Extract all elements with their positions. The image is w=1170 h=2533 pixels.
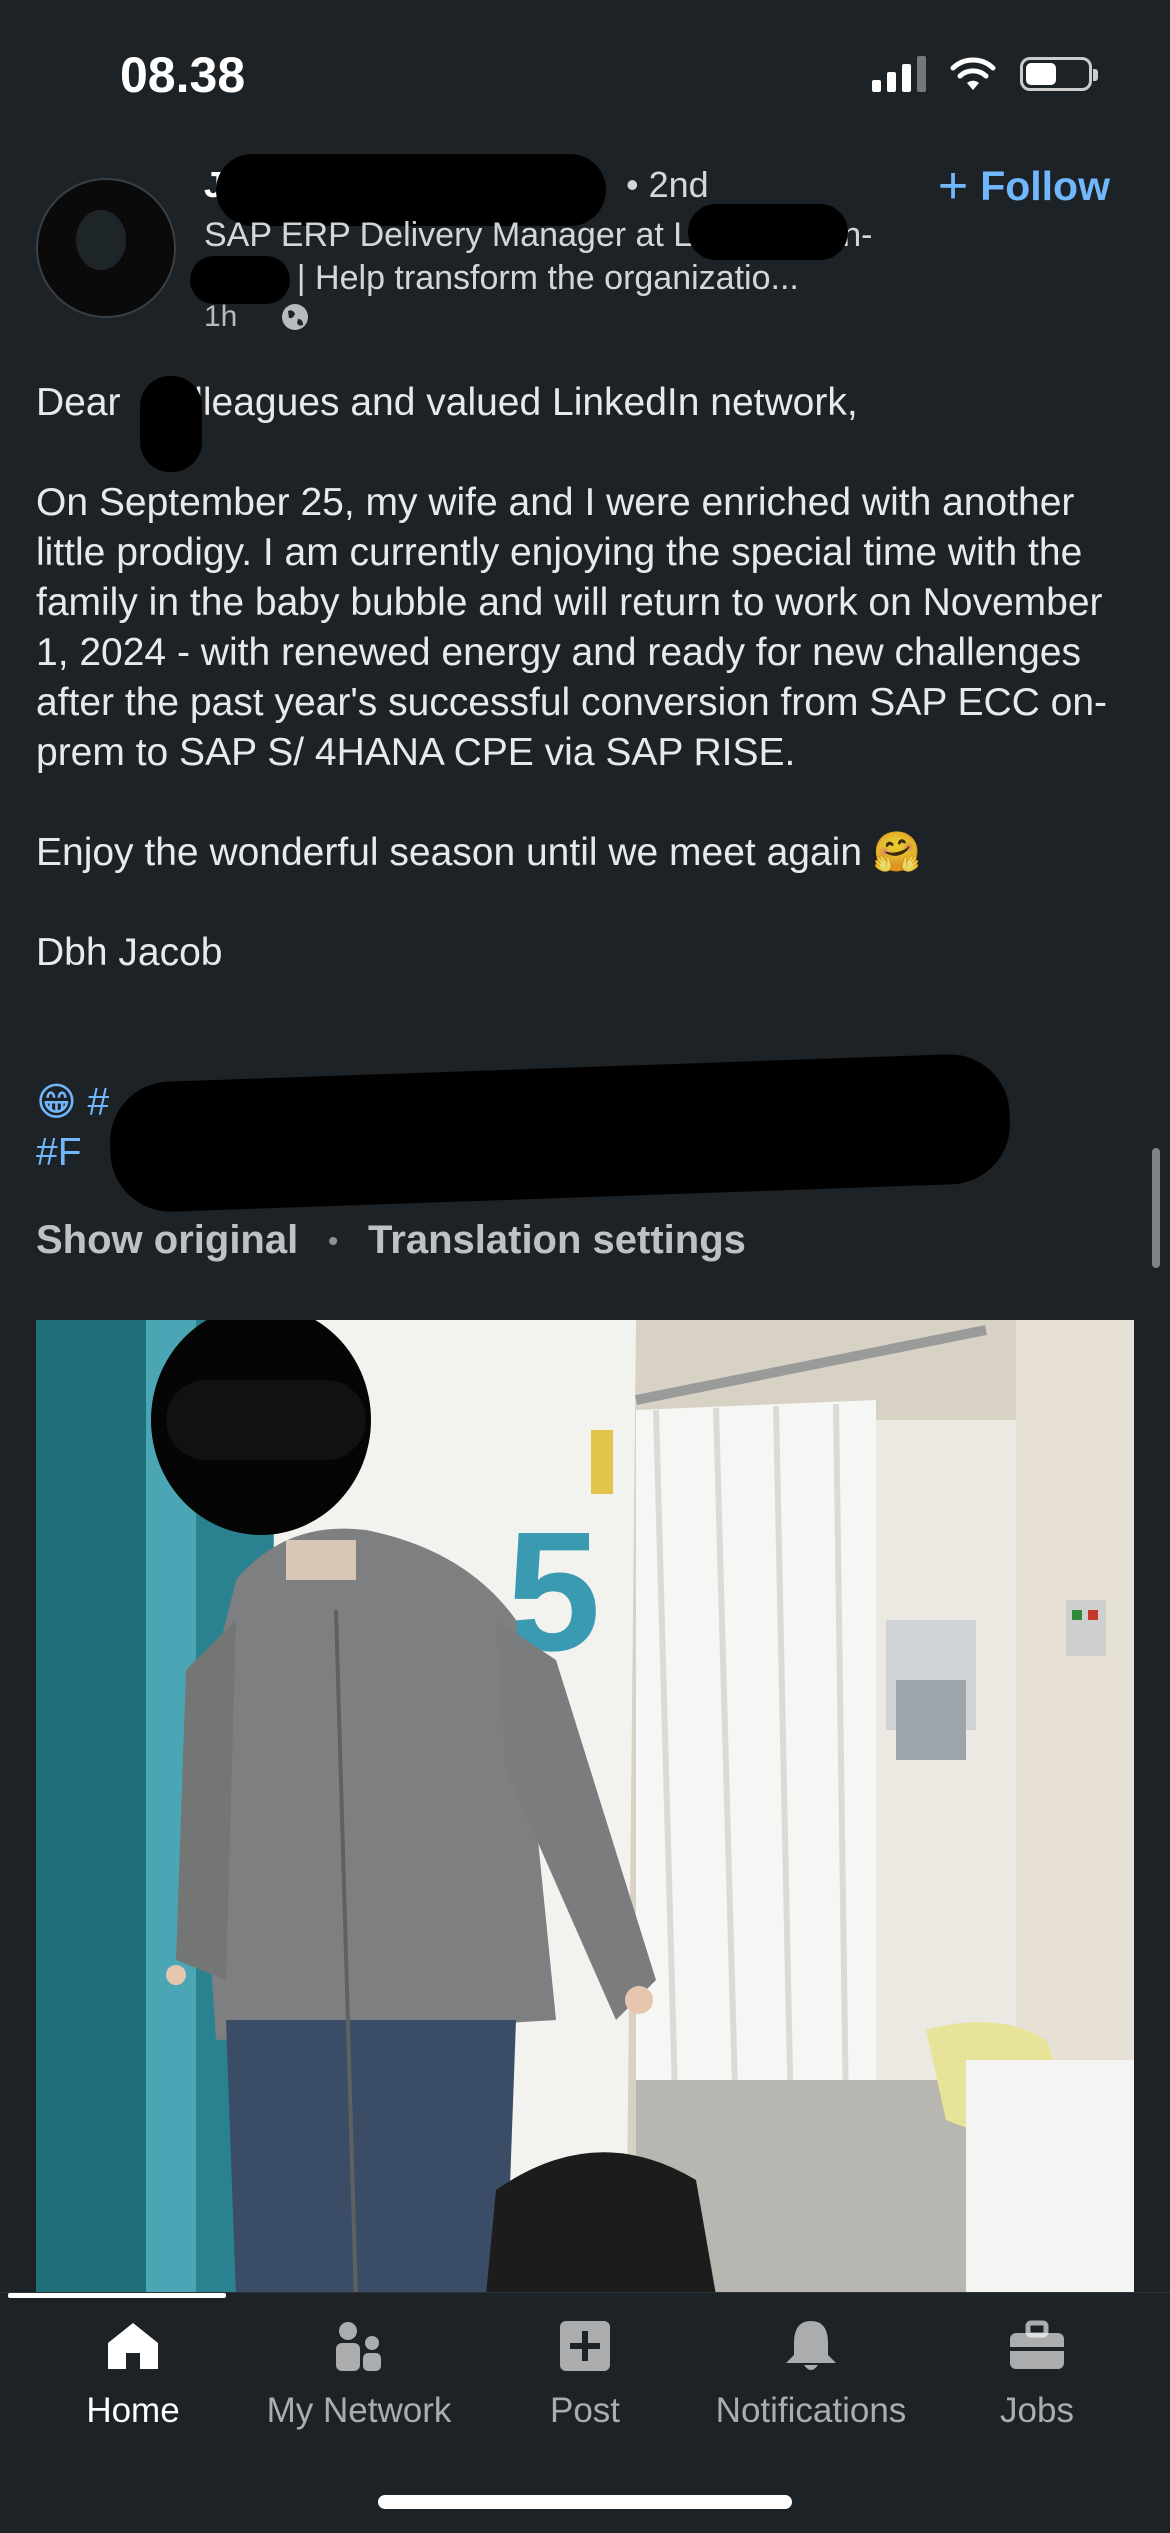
headline-line1: SAP ERP Delivery Manager at L [204,216,693,254]
post-image[interactable]: 5 [36,1320,1134,2295]
redaction-hashtags [108,1052,1012,1214]
translation-settings-link[interactable]: Translation settings [368,1218,746,1263]
tab-notifications[interactable]: Notifications [698,2313,924,2431]
bottom-tab-bar: Home My Network Post Notifications Jobs [0,2292,1170,2533]
tab-home[interactable]: Home [20,2313,246,2431]
network-icon [336,2322,381,2371]
post-paragraph: Enjoy the wonderful season until we meet… [36,831,922,874]
redaction-company [688,204,848,260]
post-body: Dear colleagues and valued LinkedIn netw… [36,378,1136,1028]
show-original-link[interactable]: Show original [36,1218,298,1263]
post-time: 1h [204,300,238,333]
tab-jobs[interactable]: Jobs [924,2313,1150,2431]
translation-row: Show original • Translation settings [36,1218,746,1263]
home-icon [108,2323,158,2369]
post-paragraph: Dbh Jacob [36,931,223,974]
author-avatar[interactable] [36,178,176,318]
active-tab-indicator [8,2293,226,2298]
redaction-company-2 [190,256,290,304]
scrollbar[interactable] [1152,1148,1160,1268]
status-time: 08.38 [120,47,246,103]
redaction-greeting [140,376,202,472]
tab-notifications-label: Notifications [715,2391,907,2430]
tab-post[interactable]: Post [472,2313,698,2431]
post-paragraph: On September 25, my wife and I were enri… [36,481,1114,774]
status-icons [872,56,1098,92]
headline-line2: r | Help transform the organizatio... [276,259,799,297]
plus-icon: + [937,157,969,215]
post-header: J • 2nd SAP ERP Delivery Manager at Ln- … [0,140,1170,370]
status-bar: 08.38 [0,0,1170,150]
globe-icon [282,304,309,330]
bell-icon [786,2321,836,2370]
connection-degree: • 2nd [626,164,709,205]
follow-button[interactable]: + Follow [938,160,1110,212]
battery-icon [1020,57,1098,91]
tab-home-label: Home [86,2391,180,2430]
tab-my-network-label: My Network [266,2391,452,2430]
tab-post-label: Post [549,2391,621,2430]
post-photo-illustration: 5 [36,1320,1134,2295]
home-indicator [378,2495,792,2509]
briefcase-icon [1010,2320,1064,2369]
post-icon [560,2321,610,2371]
post-meta: 1h [204,300,311,334]
tab-jobs-label: Jobs [1000,2391,1074,2430]
follow-label: Follow [980,162,1110,209]
cellular-signal-icon [872,56,926,92]
wifi-icon [950,57,996,90]
tab-my-network[interactable]: My Network [246,2313,472,2431]
